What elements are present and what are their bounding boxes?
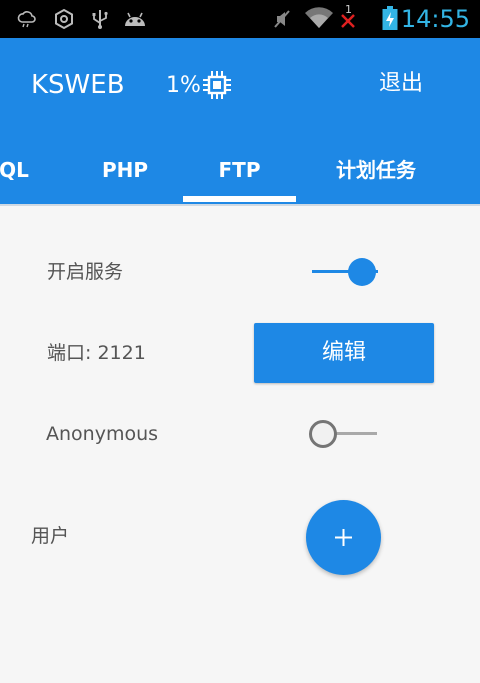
status-time: 14:55 xyxy=(400,5,470,33)
status-bar: 1 14:55 xyxy=(0,0,480,38)
android-icon xyxy=(125,12,145,26)
tab-scheduled-tasks[interactable]: 计划任务 xyxy=(318,132,434,204)
edit-port-button[interactable]: 编辑 xyxy=(254,323,434,383)
app-title: KSWEB xyxy=(31,70,125,100)
port-label: 端口: 2121 xyxy=(47,342,146,364)
exit-button[interactable]: 退出 xyxy=(370,66,432,102)
battery-charging-icon xyxy=(382,6,398,30)
service-label: 开启服务 xyxy=(47,261,124,283)
cpu-percent: 1% xyxy=(166,73,201,98)
cpu-chip-icon xyxy=(203,71,231,99)
wifi-icon xyxy=(305,7,333,29)
no-signal-icon xyxy=(341,14,355,28)
usb-icon xyxy=(92,10,108,29)
settings-icon xyxy=(55,8,73,30)
anonymous-label: Anonymous xyxy=(46,423,159,445)
app-bar: KSWEB 1% 退出 xyxy=(0,38,480,132)
tab-bar: QL PHP FTP 计划任务 xyxy=(0,132,480,204)
tab-mysql[interactable]: QL xyxy=(0,132,32,204)
anonymous-toggle[interactable] xyxy=(309,419,379,449)
tab-indicator xyxy=(183,196,296,202)
mute-icon xyxy=(274,10,290,28)
service-toggle[interactable] xyxy=(310,257,380,287)
add-user-button[interactable] xyxy=(306,500,381,575)
tab-ftp[interactable]: FTP xyxy=(183,132,296,204)
users-label: 用户 xyxy=(31,525,70,547)
tab-php[interactable]: PHP xyxy=(80,132,170,204)
tab-divider xyxy=(0,204,480,206)
anonymous-toggle-thumb xyxy=(309,420,337,448)
service-toggle-thumb xyxy=(348,258,376,286)
plus-icon xyxy=(335,529,352,546)
weather-icon xyxy=(17,11,36,28)
